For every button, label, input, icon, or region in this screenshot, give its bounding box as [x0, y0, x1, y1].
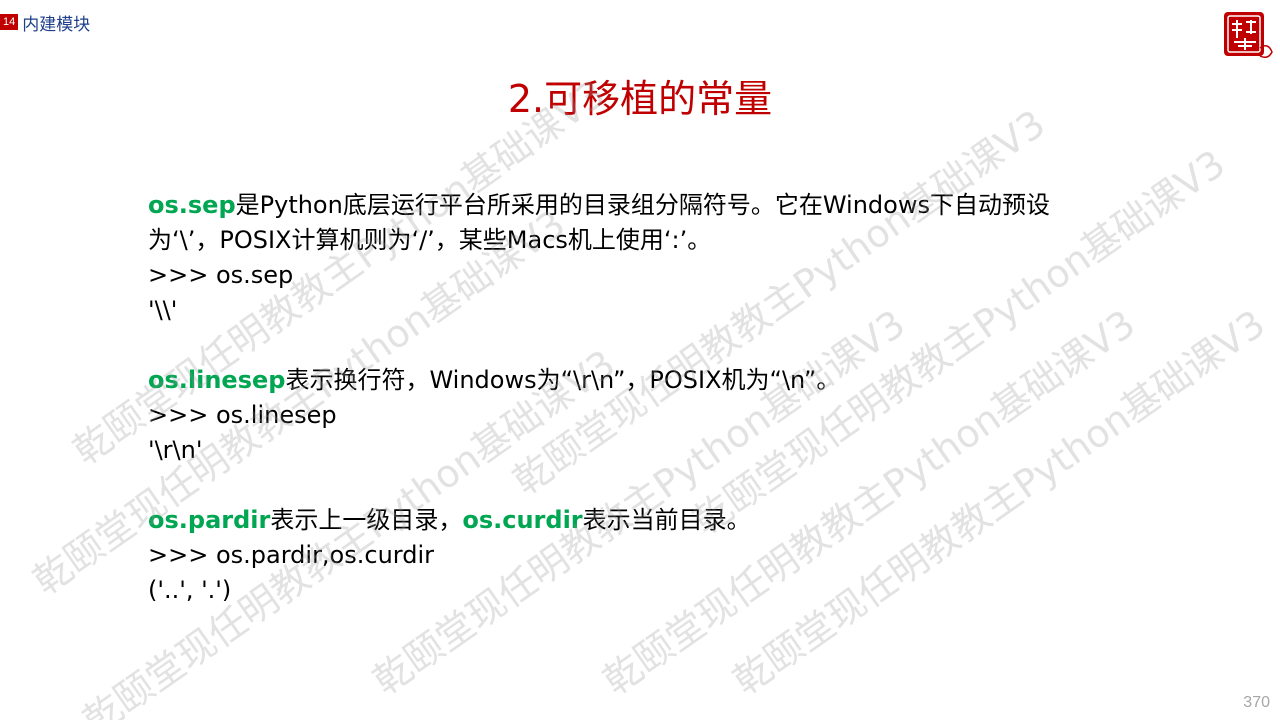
sep-description-text: 是Python底层运行平台所采用的目录组分隔符号。它在Windows下自动预设为…	[148, 191, 1050, 254]
pardir-description: os.pardir表示上一级目录，os.curdir表示当前目录。	[148, 503, 1108, 538]
pardir-output: ('..', '.')	[148, 576, 232, 604]
keyword-os-pardir: os.pardir	[148, 506, 271, 534]
page-number: 370	[1243, 694, 1270, 711]
page-badge: 14	[0, 14, 19, 30]
section-title: 内建模块	[22, 14, 91, 35]
keyword-os-sep: os.sep	[148, 191, 236, 219]
slide-title: 2.可移植的常量	[507, 77, 773, 121]
linesep-description-text: 表示换行符，Windows为“\r\n”，POSIX机为“\n”。	[285, 366, 841, 394]
sep-description: os.sep是Python底层运行平台所采用的目录组分隔符号。它在Windows…	[148, 188, 1108, 258]
pardir-description-text: 表示上一级目录，	[270, 506, 463, 534]
keyword-os-linesep: os.linesep	[148, 366, 286, 394]
linesep-code: >>> os.linesep	[148, 401, 337, 429]
seal-logo	[1224, 12, 1273, 59]
header: 14 内建模块	[0, 12, 91, 35]
sep-output: '\\'	[148, 296, 178, 324]
curdir-description-text: 表示当前目录。	[582, 506, 751, 534]
keyword-os-curdir: os.curdir	[462, 506, 583, 534]
pardir-code: >>> os.pardir,os.curdir	[148, 541, 434, 569]
sep-code: >>> os.sep	[148, 261, 294, 289]
slide-content: os.sep是Python底层运行平台所采用的目录组分隔符号。它在Windows…	[148, 188, 1108, 608]
linesep-output: '\r\n'	[148, 436, 203, 464]
linesep-description: os.linesep表示换行符，Windows为“\r\n”，POSIX机为“\…	[148, 363, 1108, 398]
